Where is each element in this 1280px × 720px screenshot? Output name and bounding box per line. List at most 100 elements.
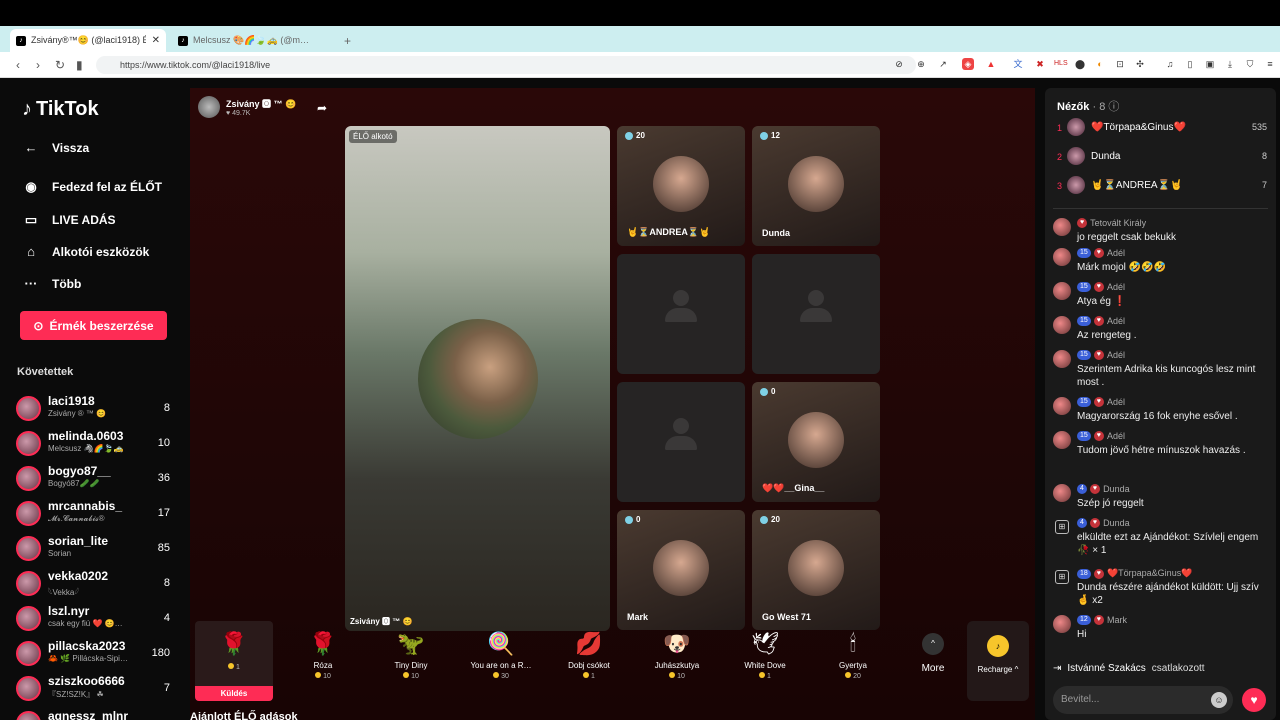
emoji-icon[interactable]: ☺ bbox=[1211, 692, 1227, 708]
gift-item[interactable]: 🌹 Róza 10 bbox=[279, 621, 367, 701]
avatar[interactable] bbox=[1053, 282, 1071, 300]
following-item[interactable]: sziszkoo6666 『SZ!SZ!K』 ☘ 7 bbox=[16, 671, 176, 705]
avatar[interactable] bbox=[1053, 248, 1071, 266]
vpn-icon[interactable]: ⛉ bbox=[1244, 58, 1256, 70]
zoom-icon[interactable]: ⊕ bbox=[915, 58, 927, 70]
extensions-puzzle-icon[interactable]: ✣ bbox=[1134, 58, 1146, 70]
chat-username[interactable]: Adél bbox=[1107, 350, 1125, 360]
menu-explore-live[interactable]: ◉ Fedezd fel az ÉLŐT bbox=[22, 179, 162, 195]
menu-more[interactable]: ··· Több bbox=[22, 276, 82, 291]
following-item[interactable]: melinda.0603 Melcsusz 🦓🌈🍃🚕 10 bbox=[16, 426, 176, 460]
avatar[interactable] bbox=[1053, 350, 1071, 368]
wallet-icon[interactable]: ▣ bbox=[1204, 58, 1216, 70]
media-icon[interactable]: ♫ bbox=[1164, 58, 1176, 70]
new-tab-button[interactable]: + bbox=[338, 29, 357, 52]
selected-gift[interactable]: 🌹 1 Küldés bbox=[195, 621, 273, 701]
coin-icon bbox=[669, 672, 676, 678]
gift-item[interactable]: 🦖 Tiny Diny 10 bbox=[367, 621, 455, 701]
share-icon[interactable]: ➦ bbox=[317, 101, 327, 115]
translate-icon[interactable]: 文 bbox=[1012, 58, 1024, 70]
chat-panel: Nézők · 8 ⓘ 1 ❤️Törpapa&Ginus❤️ 535 2 Dunda 8… bbox=[1045, 88, 1276, 720]
sidebar-icon[interactable]: ▯ bbox=[1184, 58, 1196, 70]
chat-username[interactable]: ❤️Törpapa&Ginus❤️ bbox=[1107, 568, 1192, 579]
share-icon[interactable]: ↗ bbox=[937, 58, 949, 70]
host-info[interactable]: Zsivány 🅾 ™ 😊 ♥ 49.7K bbox=[198, 96, 296, 118]
mute-icon[interactable]: ⊘ bbox=[893, 58, 905, 70]
guest-video[interactable]: 0 Mark bbox=[617, 510, 745, 630]
avatar[interactable] bbox=[1053, 218, 1071, 236]
gift-item[interactable]: 🍭 You are on a R… 30 bbox=[457, 621, 545, 701]
rewards-icon[interactable]: ▲ bbox=[985, 58, 997, 70]
gift-item[interactable]: 🕊 White Dove 1 bbox=[721, 621, 809, 701]
menu-icon[interactable]: ≡ bbox=[1264, 58, 1276, 70]
tab-active[interactable]: ♪ Zsivány®™😊 (@laci1918) Él… ✕ bbox=[10, 29, 166, 52]
chat-input[interactable]: Bevitel... ☺ bbox=[1053, 686, 1233, 714]
reload-icon[interactable]: ↻ bbox=[55, 58, 65, 72]
following-item[interactable]: agnessz_mlnr bbox=[16, 706, 176, 720]
following-item[interactable]: pillacska2023 🦀 🌿 Pillácska-Sipi… 180 bbox=[16, 636, 176, 670]
chat-username[interactable]: Adél bbox=[1107, 282, 1125, 292]
brave-shield-icon[interactable]: ◈ bbox=[962, 58, 974, 70]
gift-name: White Dove bbox=[744, 661, 786, 670]
gift-item[interactable]: 🕯 Gyertya 20 bbox=[809, 621, 897, 701]
chat-username[interactable]: Dunda bbox=[1103, 518, 1130, 528]
chat-username[interactable]: Mark bbox=[1107, 615, 1127, 625]
send-gift-button[interactable]: Küldés bbox=[195, 686, 273, 701]
empty-guest-slot[interactable] bbox=[617, 382, 745, 502]
like-heart-button[interactable]: ♥ bbox=[1242, 688, 1266, 712]
extension-icon[interactable]: ◐ bbox=[1094, 58, 1106, 70]
chat-username[interactable]: Dunda bbox=[1103, 484, 1130, 494]
avatar[interactable] bbox=[1053, 431, 1071, 449]
guest-video[interactable]: 12 Dunda bbox=[752, 126, 880, 246]
close-tab-icon[interactable]: ✕ bbox=[152, 35, 160, 46]
following-item[interactable]: mrcannabis_ 𝓜𝓻.𝓒𝓪𝓷𝓷𝓪𝓫𝓲𝓼® 17 bbox=[16, 496, 176, 530]
guest-video[interactable]: 20 🤘⏳ANDREA⏳🤘 bbox=[617, 126, 745, 246]
menu-back[interactable]: ← Vissza bbox=[22, 140, 90, 155]
guest-video[interactable]: 20 Go West 71 bbox=[752, 510, 880, 630]
avatar[interactable] bbox=[1053, 615, 1071, 633]
chat-username[interactable]: Adél bbox=[1107, 397, 1125, 407]
download-icon[interactable]: ⤓ bbox=[1224, 58, 1236, 70]
get-coins-button[interactable]: ⊙ Érmék beszerzése bbox=[20, 311, 167, 340]
extension-icon[interactable]: ⬤ bbox=[1074, 58, 1086, 70]
more-gifts-button[interactable]: ^ More bbox=[913, 621, 953, 701]
viewer-rank-row[interactable]: 3 🤘⏳ANDREA⏳🤘 7 bbox=[1057, 174, 1271, 200]
info-icon[interactable]: ⓘ bbox=[1108, 101, 1119, 113]
avatar[interactable] bbox=[1053, 397, 1071, 415]
tab-inactive[interactable]: ♪ Melcsusz 🎨🌈🍃🚕 (@m… bbox=[172, 29, 332, 52]
gift-item[interactable]: 💋 Dobj csókot 1 bbox=[545, 621, 633, 701]
hls-extension-icon[interactable]: HLS bbox=[1054, 58, 1068, 70]
forward-icon[interactable]: › bbox=[36, 58, 40, 72]
guest-video[interactable]: 0 ❤️❤️__Gina__ bbox=[752, 382, 880, 502]
extension-icon[interactable]: ✖ bbox=[1034, 58, 1046, 70]
avatar[interactable] bbox=[1053, 484, 1071, 502]
avatar bbox=[16, 501, 41, 526]
avatar bbox=[198, 96, 220, 118]
chat-username[interactable]: Adél bbox=[1107, 316, 1125, 326]
recharge-button[interactable]: ♪ Recharge ^ bbox=[967, 621, 1029, 701]
chat-message-header: ♥ Tetovált Király bbox=[1077, 218, 1146, 228]
empty-guest-slot[interactable] bbox=[617, 254, 745, 374]
menu-live[interactable]: ▭ LIVE ADÁS bbox=[22, 212, 116, 228]
chat-username[interactable]: Adél bbox=[1107, 431, 1125, 441]
gift-item[interactable]: 🐶 Juhászkutya 10 bbox=[633, 621, 721, 701]
url-field[interactable]: https://www.tiktok.com/@laci1918/live bbox=[96, 56, 916, 74]
level-badge: 4 bbox=[1077, 484, 1087, 494]
tiktok-logo[interactable]: ♪ TikTok bbox=[22, 98, 99, 121]
following-item[interactable]: bogyo87__ Bogyó87🥒🥒 36 bbox=[16, 461, 176, 495]
following-item[interactable]: sorian_lite Sorian 85 bbox=[16, 531, 176, 565]
menu-creator-tools[interactable]: ⌂ Alkotói eszközök bbox=[22, 244, 149, 259]
viewer-rank-row[interactable]: 1 ❤️Törpapa&Ginus❤️ 535 bbox=[1057, 116, 1271, 142]
empty-guest-slot[interactable] bbox=[752, 254, 880, 374]
main-video[interactable]: ÉLŐ alkotó Zsivány 🅾 ™ 😊 bbox=[345, 126, 610, 631]
following-item[interactable]: vekka0202 𓆩Vekka𓆪 8 bbox=[16, 566, 176, 600]
chat-username[interactable]: Adél bbox=[1107, 248, 1125, 258]
following-item[interactable]: lszl.nyr csak egy fiú ❤️ 😊… 4 bbox=[16, 601, 176, 635]
viewer-rank-row[interactable]: 2 Dunda 8 bbox=[1057, 145, 1271, 171]
following-item[interactable]: laci1918 Zsivány ® ™ 😊 8 bbox=[16, 391, 176, 425]
chat-username[interactable]: Tetovált Király bbox=[1090, 218, 1146, 228]
avatar[interactable] bbox=[1053, 316, 1071, 334]
back-icon[interactable]: ‹ bbox=[16, 58, 20, 72]
bookmark-icon[interactable]: ▮ bbox=[76, 58, 83, 72]
extension-icon[interactable]: ⊡ bbox=[1114, 58, 1126, 70]
